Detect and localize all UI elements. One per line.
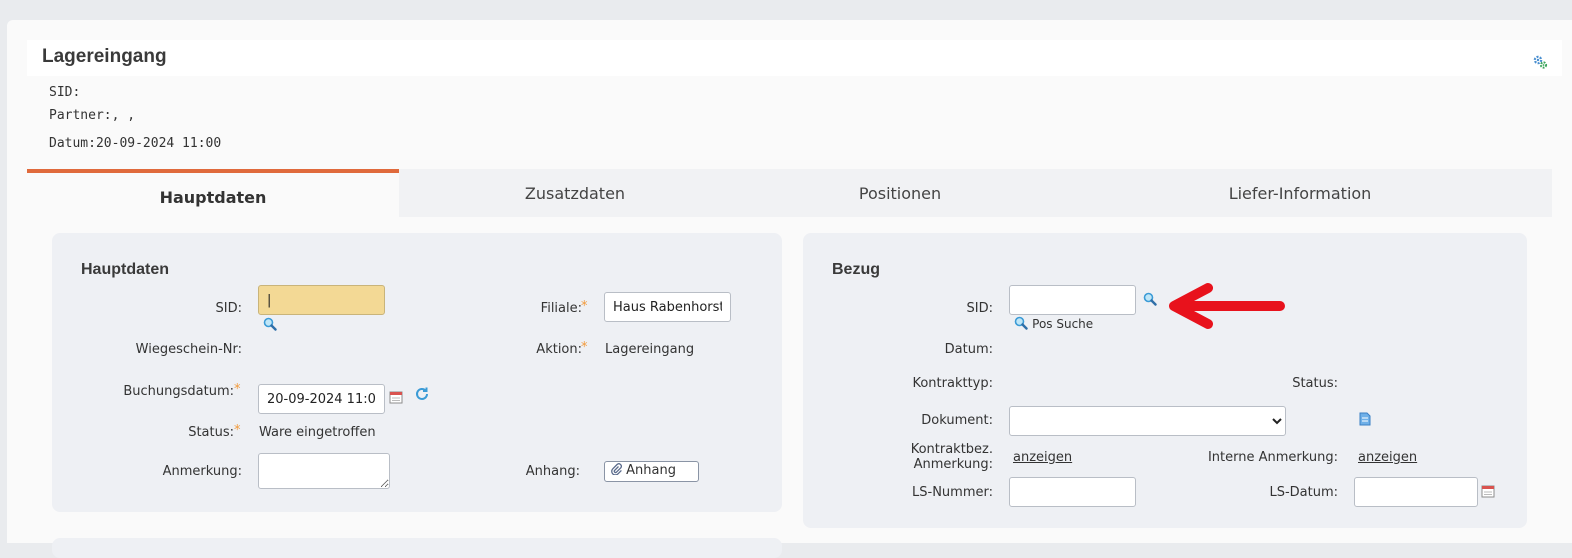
- title-bar: Lagereingang: [27, 40, 1562, 76]
- kontraktbez-label-line2: Anmerkung:: [913, 457, 993, 472]
- hauptdaten-title: Hauptdaten: [81, 261, 169, 278]
- header-datum: Datum:20-09-2024 11:00: [49, 136, 222, 151]
- tab-hauptdaten[interactable]: Hauptdaten: [27, 169, 399, 217]
- aktion-value: Lagereingang: [605, 342, 695, 357]
- bezug-sid-label: SID:: [966, 301, 993, 316]
- tab-positionen[interactable]: Positionen: [727, 169, 1073, 217]
- lower-panel: [52, 538, 782, 558]
- red-arrow-annotation: [1169, 283, 1285, 329]
- header-partner: Partner:, ,: [49, 108, 136, 123]
- required-mark: *: [581, 340, 588, 355]
- tab-bar: Hauptdaten Zusatzdaten Positionen Liefer…: [27, 169, 1552, 217]
- kontrakttyp-label: Kontrakttyp:: [912, 376, 993, 391]
- calendar-icon[interactable]: [389, 390, 403, 404]
- ls-nummer-input[interactable]: [1009, 477, 1136, 507]
- search-icon[interactable]: [1143, 292, 1157, 306]
- bezug-datum-label: Datum:: [944, 342, 993, 357]
- search-icon[interactable]: [263, 317, 277, 331]
- interne-anmerkung-label: Interne Anmerkung:: [1207, 450, 1338, 465]
- bezug-panel: Bezug SID: Pos Suche Datum: Kontrakttyp:…: [803, 233, 1527, 528]
- hauptdaten-panel: Hauptdaten SID: Wiegeschein-Nr: Buchungs…: [52, 233, 782, 512]
- bezug-status-label: Status:: [1292, 376, 1338, 391]
- tab-zusatzdaten[interactable]: Zusatzdaten: [399, 169, 751, 217]
- bezug-sid-input[interactable]: [1009, 285, 1136, 315]
- page-title: Lagereingang: [42, 46, 167, 67]
- dokument-select[interactable]: [1009, 406, 1286, 436]
- wiegeschein-label: Wiegeschein-Nr:: [135, 342, 242, 357]
- filiale-input[interactable]: [604, 292, 731, 322]
- anmerkung-label: Anmerkung:: [162, 464, 242, 479]
- interne-anzeigen-link[interactable]: anzeigen: [1358, 450, 1417, 465]
- required-mark: *: [234, 382, 241, 397]
- sid-input[interactable]: [258, 285, 385, 315]
- ls-nummer-label: LS-Nummer:: [912, 485, 993, 500]
- refresh-icon[interactable]: [414, 386, 430, 402]
- anhang-label: Anhang:: [525, 464, 580, 479]
- filiale-label: Filiale:: [540, 301, 582, 316]
- buchungsdatum-label: Buchungsdatum:: [92, 384, 234, 399]
- settings-gears-icon[interactable]: [1532, 54, 1548, 70]
- bezug-title: Bezug: [832, 261, 880, 278]
- aktion-label: Aktion:: [536, 342, 582, 357]
- paperclip-icon: [611, 463, 622, 476]
- page-container: Lagereingang SID: Partner:, , Datum:20-0…: [7, 20, 1572, 558]
- status-value: Ware eingetroffen: [259, 425, 376, 440]
- document-icon[interactable]: [1359, 412, 1371, 426]
- buchungsdatum-label-text: Buchungsdatum:: [123, 384, 234, 399]
- status-label: Status:: [188, 425, 234, 440]
- calendar-icon[interactable]: [1481, 484, 1495, 498]
- pos-suche-label: Pos Suche: [1032, 317, 1094, 331]
- anhang-button-label: Anhang: [626, 463, 676, 478]
- dokument-label: Dokument:: [921, 413, 993, 428]
- tab-liefer-information[interactable]: Liefer-Information: [1073, 169, 1527, 217]
- anhang-button[interactable]: Anhang: [604, 461, 699, 482]
- kontraktbez-anzeigen-link[interactable]: anzeigen: [1013, 450, 1072, 465]
- ls-datum-input[interactable]: [1354, 477, 1478, 507]
- header-sid: SID:: [49, 85, 81, 100]
- pos-suche-link[interactable]: Pos Suche: [1014, 316, 1093, 332]
- search-icon: [1014, 316, 1028, 330]
- required-mark: *: [581, 299, 588, 314]
- anmerkung-textarea[interactable]: [258, 453, 390, 489]
- buchungsdatum-input[interactable]: [258, 384, 385, 414]
- kontraktbez-label: Kontraktbez. Anmerkung:: [843, 442, 993, 472]
- ls-datum-label: LS-Datum:: [1269, 485, 1338, 500]
- sid-label: SID:: [215, 301, 242, 316]
- required-mark: *: [234, 423, 241, 438]
- kontraktbez-label-line1: Kontraktbez.: [910, 442, 993, 457]
